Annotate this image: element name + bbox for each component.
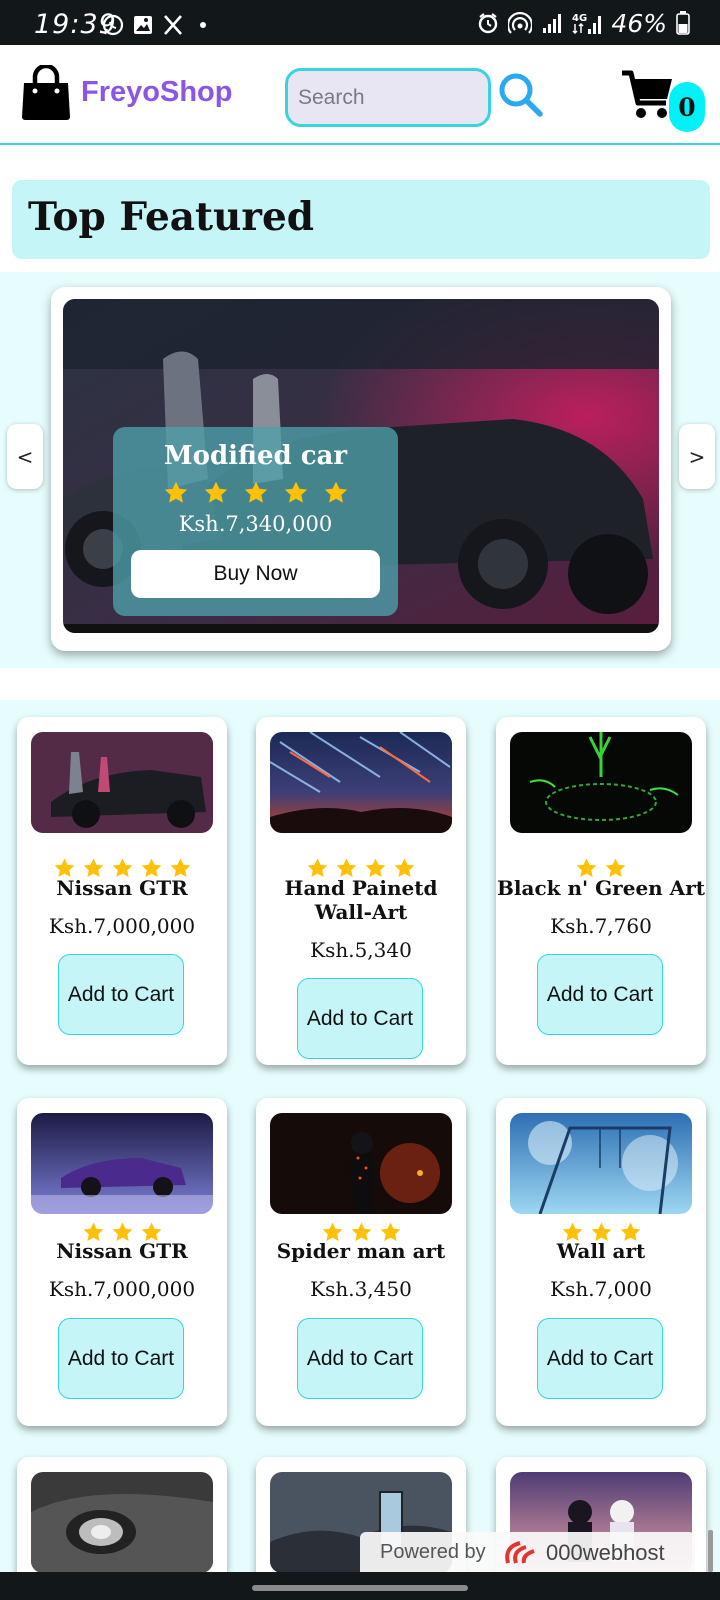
- featured-product-price: Ksh.7,340,000: [178, 512, 333, 536]
- whatsapp-icon: [102, 14, 124, 36]
- product-image[interactable]: [510, 732, 692, 833]
- product-image[interactable]: [270, 732, 452, 833]
- product-card[interactable]: Black n' Green Art Ksh.7,760 Add to Cart: [496, 717, 706, 1065]
- home-indicator[interactable]: [252, 1585, 468, 1591]
- product-price: Ksh.7,000: [550, 1277, 652, 1301]
- status-right-group: 4G 46%: [477, 8, 690, 38]
- powered-by-text: Powered by: [380, 1541, 486, 1563]
- status-bar: 19:39 4G 46%: [0, 0, 720, 45]
- product-price: Ksh.7,760: [550, 914, 652, 938]
- product-image[interactable]: [31, 1113, 213, 1214]
- product-card[interactable]: Wall art Ksh.7,000 Add to Cart: [496, 1098, 706, 1426]
- add-to-cart-button[interactable]: Add to Cart: [537, 954, 663, 1035]
- featured-product-name: Modified car: [163, 441, 348, 471]
- product-name: Nissan GTR: [56, 1239, 188, 1263]
- x-icon: [164, 15, 182, 35]
- product-price: Ksh.7,000,000: [48, 914, 196, 938]
- site-header: FreyoShop 0: [0, 45, 720, 145]
- svg-text:4G: 4G: [572, 13, 587, 24]
- battery-percent: 46%: [611, 8, 667, 38]
- hotspot-icon: [508, 12, 533, 34]
- cart-count-badge[interactable]: 0: [669, 82, 705, 132]
- brand-name[interactable]: FreyoShop: [81, 76, 232, 109]
- product-card[interactable]: Nissan GTR Ksh.7,000,000 Add to Cart: [17, 1098, 227, 1426]
- signal-icon: [543, 14, 562, 33]
- powered-by-brand: 000webhost: [546, 1540, 665, 1565]
- shopping-bag-icon[interactable]: [20, 65, 72, 121]
- star-icon: [324, 481, 347, 503]
- product-image[interactable]: [31, 1472, 213, 1573]
- star-icon: [284, 481, 307, 503]
- product-card[interactable]: Spider man art Ksh.3,450 Add to Cart: [256, 1098, 466, 1426]
- search-icon[interactable]: [498, 72, 544, 118]
- cart-icon[interactable]: [620, 67, 674, 123]
- battery-icon: [676, 11, 690, 35]
- product-name: Wall art: [556, 1239, 646, 1263]
- star-icon: [244, 481, 267, 503]
- product-price: Ksh.5,340: [310, 938, 412, 962]
- section-title: Top Featured: [28, 194, 315, 240]
- product-image[interactable]: [510, 1113, 692, 1214]
- add-to-cart-button[interactable]: Add to Cart: [58, 954, 184, 1035]
- add-to-cart-button[interactable]: Add to Cart: [58, 1318, 184, 1399]
- product-image[interactable]: [270, 1113, 452, 1214]
- product-card[interactable]: Hand Painetd Wall-Art Ksh.5,340 Add to C…: [256, 717, 466, 1065]
- product-card[interactable]: Nissan GTR Ksh.7,000,000 Add to Cart: [17, 717, 227, 1065]
- dot-icon: [200, 22, 206, 28]
- gallery-icon: [134, 16, 152, 34]
- buy-now-button[interactable]: Buy Now: [131, 550, 380, 598]
- featured-rating: [113, 480, 398, 506]
- product-grid: Nissan GTR Ksh.7,000,000 Add to Cart Han…: [0, 700, 720, 1597]
- product-price: Ksh.3,450: [310, 1277, 412, 1301]
- search-input[interactable]: [285, 68, 491, 127]
- product-name: Nissan GTR: [56, 876, 188, 900]
- star-icon: [164, 481, 187, 503]
- slider-next-button[interactable]: >: [679, 424, 715, 489]
- product-price: Ksh.7,000,000: [48, 1277, 196, 1301]
- product-image[interactable]: [31, 732, 213, 833]
- powered-by-banner[interactable]: Powered by 000webhost: [360, 1532, 695, 1572]
- star-icon: [204, 481, 227, 503]
- add-to-cart-button[interactable]: Add to Cart: [537, 1318, 663, 1399]
- scrollbar-thumb[interactable]: [708, 1530, 713, 1572]
- add-to-cart-button[interactable]: Add to Cart: [297, 978, 423, 1059]
- product-name: Black n' Green Art: [497, 876, 705, 900]
- webhost-logo-icon: [505, 1541, 535, 1564]
- 4g-signal-icon: 4G: [572, 13, 602, 35]
- product-name: Hand Painetd Wall-Art: [284, 876, 438, 924]
- alarm-icon: [479, 13, 498, 34]
- featured-slide-overlay: Modified car Ksh.7,340,000 Buy Now: [113, 427, 398, 616]
- slider-prev-button[interactable]: <: [7, 424, 43, 489]
- top-featured-header: Top Featured: [12, 180, 710, 259]
- product-name: Spider man art: [276, 1239, 446, 1263]
- add-to-cart-button[interactable]: Add to Cart: [297, 1318, 423, 1399]
